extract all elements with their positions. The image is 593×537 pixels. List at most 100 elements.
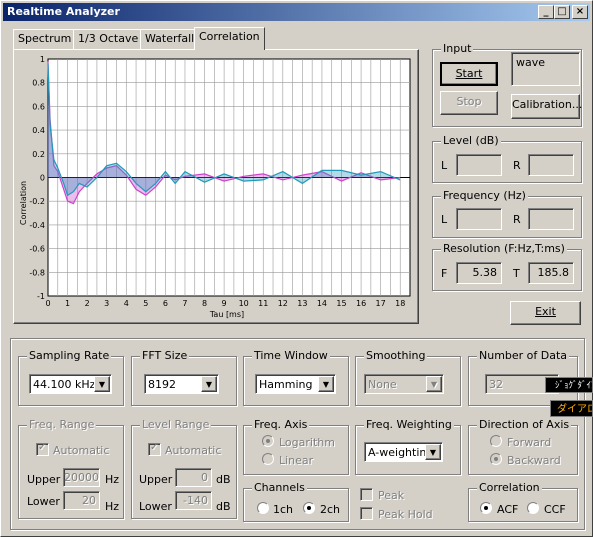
chevron-down-icon[interactable]: ▼ bbox=[94, 376, 110, 392]
level-l-label: L bbox=[441, 159, 448, 172]
freq-weighting-select[interactable]: A-weighting ▼ bbox=[364, 442, 443, 462]
window-title: Realtime Analyzer bbox=[7, 5, 120, 18]
fft-size-label: FFT Size bbox=[140, 349, 190, 362]
start-label: Start bbox=[455, 67, 483, 80]
peak-label: Peak bbox=[378, 489, 405, 502]
x-tick-label: 2 bbox=[85, 299, 90, 308]
stop-label: Stop bbox=[456, 95, 482, 108]
y-tick-label: -0.4 bbox=[29, 221, 45, 230]
exit-label: Exit bbox=[535, 305, 556, 318]
freq-lower-input[interactable]: 20 bbox=[63, 491, 100, 510]
frequency-l-label: L bbox=[441, 213, 448, 226]
x-tick-label: 6 bbox=[163, 299, 168, 308]
fft-size-select[interactable]: 8192 ▼ bbox=[144, 374, 219, 394]
tab-waterfall[interactable]: Waterfall bbox=[140, 29, 200, 49]
exit-button[interactable]: Exit bbox=[510, 301, 581, 325]
freq-axis-linear-radio[interactable] bbox=[262, 453, 274, 465]
freq-upper-label: Upper bbox=[27, 473, 61, 486]
freq-axis-group: Freq. Axis bbox=[243, 418, 349, 475]
peak-checkbox[interactable] bbox=[360, 488, 373, 501]
tab-correlation[interactable]: Correlation bbox=[194, 27, 265, 50]
x-tick-label: 9 bbox=[222, 299, 227, 308]
chevron-down-icon[interactable]: ▼ bbox=[426, 376, 442, 392]
main-window: Realtime Analyzer _ □ × Spectrum 1/3 Oct… bbox=[0, 0, 593, 537]
channels-2ch-radio[interactable] bbox=[303, 502, 315, 514]
y-axis-label: Correlation bbox=[19, 181, 28, 225]
resolution-group-label: Resolution (F:Hz,T:ms) bbox=[441, 242, 567, 255]
correlation-ccf-radio[interactable] bbox=[527, 502, 539, 514]
chevron-down-icon[interactable]: ▼ bbox=[425, 444, 441, 460]
correlation-acf-radio[interactable] bbox=[480, 502, 492, 514]
ime-candidate-line1: ｼﾞｮｸﾞﾀﾞｲｱ bbox=[555, 381, 593, 391]
title-bar[interactable]: Realtime Analyzer _ □ × bbox=[3, 3, 590, 21]
level-auto-checkbox[interactable]: ✓ bbox=[148, 442, 161, 456]
peak-hold-checkbox[interactable] bbox=[360, 507, 373, 520]
x-axis-label: Tau [ms] bbox=[209, 310, 244, 319]
chevron-down-icon[interactable]: ▼ bbox=[318, 376, 334, 392]
chevron-down-icon[interactable]: ▼ bbox=[201, 376, 217, 392]
x-tick-label: 10 bbox=[239, 299, 249, 308]
direction-forward-radio[interactable] bbox=[490, 435, 502, 447]
x-tick-label: 12 bbox=[278, 299, 288, 308]
level-lower-input[interactable]: -140 bbox=[175, 491, 212, 510]
freq-auto-label: Automatic bbox=[53, 444, 110, 457]
channels-label: Channels bbox=[252, 481, 307, 494]
maximize-button[interactable]: □ bbox=[554, 5, 570, 19]
minimize-button[interactable]: _ bbox=[538, 5, 554, 19]
ime-candidate-window-2[interactable]: ダイアロ bbox=[550, 400, 593, 417]
start-button[interactable]: Start bbox=[440, 62, 498, 86]
freq-upper-input[interactable]: 20000 bbox=[63, 468, 100, 487]
tab-panel: 1 0.8 0.6 0.4 0.2 0 -0.2 -0.4 -0.6 -0.8 -1 0123456… bbox=[13, 49, 419, 324]
y-tick-label: 1 bbox=[40, 55, 45, 64]
correlation-chart: 10.80.60.40.20-0.2-0.4-0.6-0.8-1 0123456… bbox=[19, 55, 411, 319]
input-source-text: wave bbox=[516, 56, 546, 69]
freq-lower-label: Lower bbox=[27, 495, 60, 508]
freq-axis-linear-label: Linear bbox=[279, 454, 314, 467]
y-tick-label: -1 bbox=[37, 292, 45, 301]
time-window-label: Time Window bbox=[252, 349, 330, 362]
level-range-label: Level Range bbox=[140, 418, 212, 431]
x-tick-label: 16 bbox=[356, 299, 366, 308]
ime-candidate-line2: ダイアロ bbox=[557, 404, 593, 415]
ime-candidate-window[interactable]: ｼﾞｮｸﾞﾀﾞｲｱ bbox=[545, 377, 593, 393]
tab-label: Spectrum bbox=[18, 32, 72, 45]
x-tick-label: 4 bbox=[124, 299, 129, 308]
level-r-label: R bbox=[513, 159, 521, 172]
level-upper-unit: dB bbox=[216, 473, 231, 486]
direction-label: Direction of Axis bbox=[477, 418, 572, 431]
x-tick-label: 3 bbox=[104, 299, 109, 308]
direction-backward-radio[interactable] bbox=[490, 453, 502, 465]
y-ticks: 1 0.8 0.6 0.4 0.2 0 -0.2 -0.4 -0.6 -0.8 -1 bbox=[29, 55, 45, 301]
y-tick-label: 0.8 bbox=[32, 79, 45, 88]
close-button[interactable]: × bbox=[572, 5, 588, 19]
time-window-select[interactable]: Hamming ▼ bbox=[255, 374, 336, 394]
smoothing-value: None bbox=[368, 378, 397, 391]
frequency-group-label: Frequency (Hz) bbox=[441, 189, 528, 202]
x-tick-label: 17 bbox=[376, 299, 386, 308]
sampling-rate-select[interactable]: 44.100 kHz ▼ bbox=[29, 374, 112, 394]
level-upper-input[interactable]: 0 bbox=[175, 468, 212, 487]
x-tick-label: 7 bbox=[182, 299, 187, 308]
freq-axis-log-radio[interactable] bbox=[262, 435, 274, 447]
stop-button[interactable]: Stop bbox=[440, 91, 498, 115]
freq-auto-checkbox[interactable]: ✓ bbox=[36, 442, 49, 456]
calibration-button[interactable]: Calibration... bbox=[511, 94, 582, 119]
freq-weighting-value: A-weighting bbox=[368, 446, 434, 459]
freq-weighting-label: Freq. Weighting bbox=[364, 418, 454, 431]
tab-third-octave[interactable]: 1/3 Octave bbox=[73, 29, 144, 49]
freq-range-label: Freq. Range bbox=[27, 418, 97, 431]
freq-axis-label: Freq. Axis bbox=[252, 418, 310, 431]
tab-spectrum[interactable]: Spectrum bbox=[13, 29, 77, 49]
x-ticks: 0 1 2 3 4 5 6 7 8 9 10 11 12 13 14 15 16 17 18 bbox=[45, 299, 405, 308]
channels-2ch-label: 2ch bbox=[320, 503, 341, 516]
frequency-r-display bbox=[528, 208, 574, 230]
sampling-rate-value: 44.100 kHz bbox=[33, 378, 96, 391]
smoothing-select[interactable]: None ▼ bbox=[364, 374, 444, 394]
x-tick-label: 0 bbox=[45, 299, 50, 308]
freq-axis-log-label: Logarithm bbox=[279, 436, 335, 449]
smoothing-label: Smoothing bbox=[364, 349, 428, 362]
channels-1ch-radio[interactable] bbox=[257, 502, 269, 514]
x-tick-label: 15 bbox=[336, 299, 346, 308]
resolution-t-label: T bbox=[513, 267, 520, 280]
frequency-l-display bbox=[456, 208, 502, 230]
